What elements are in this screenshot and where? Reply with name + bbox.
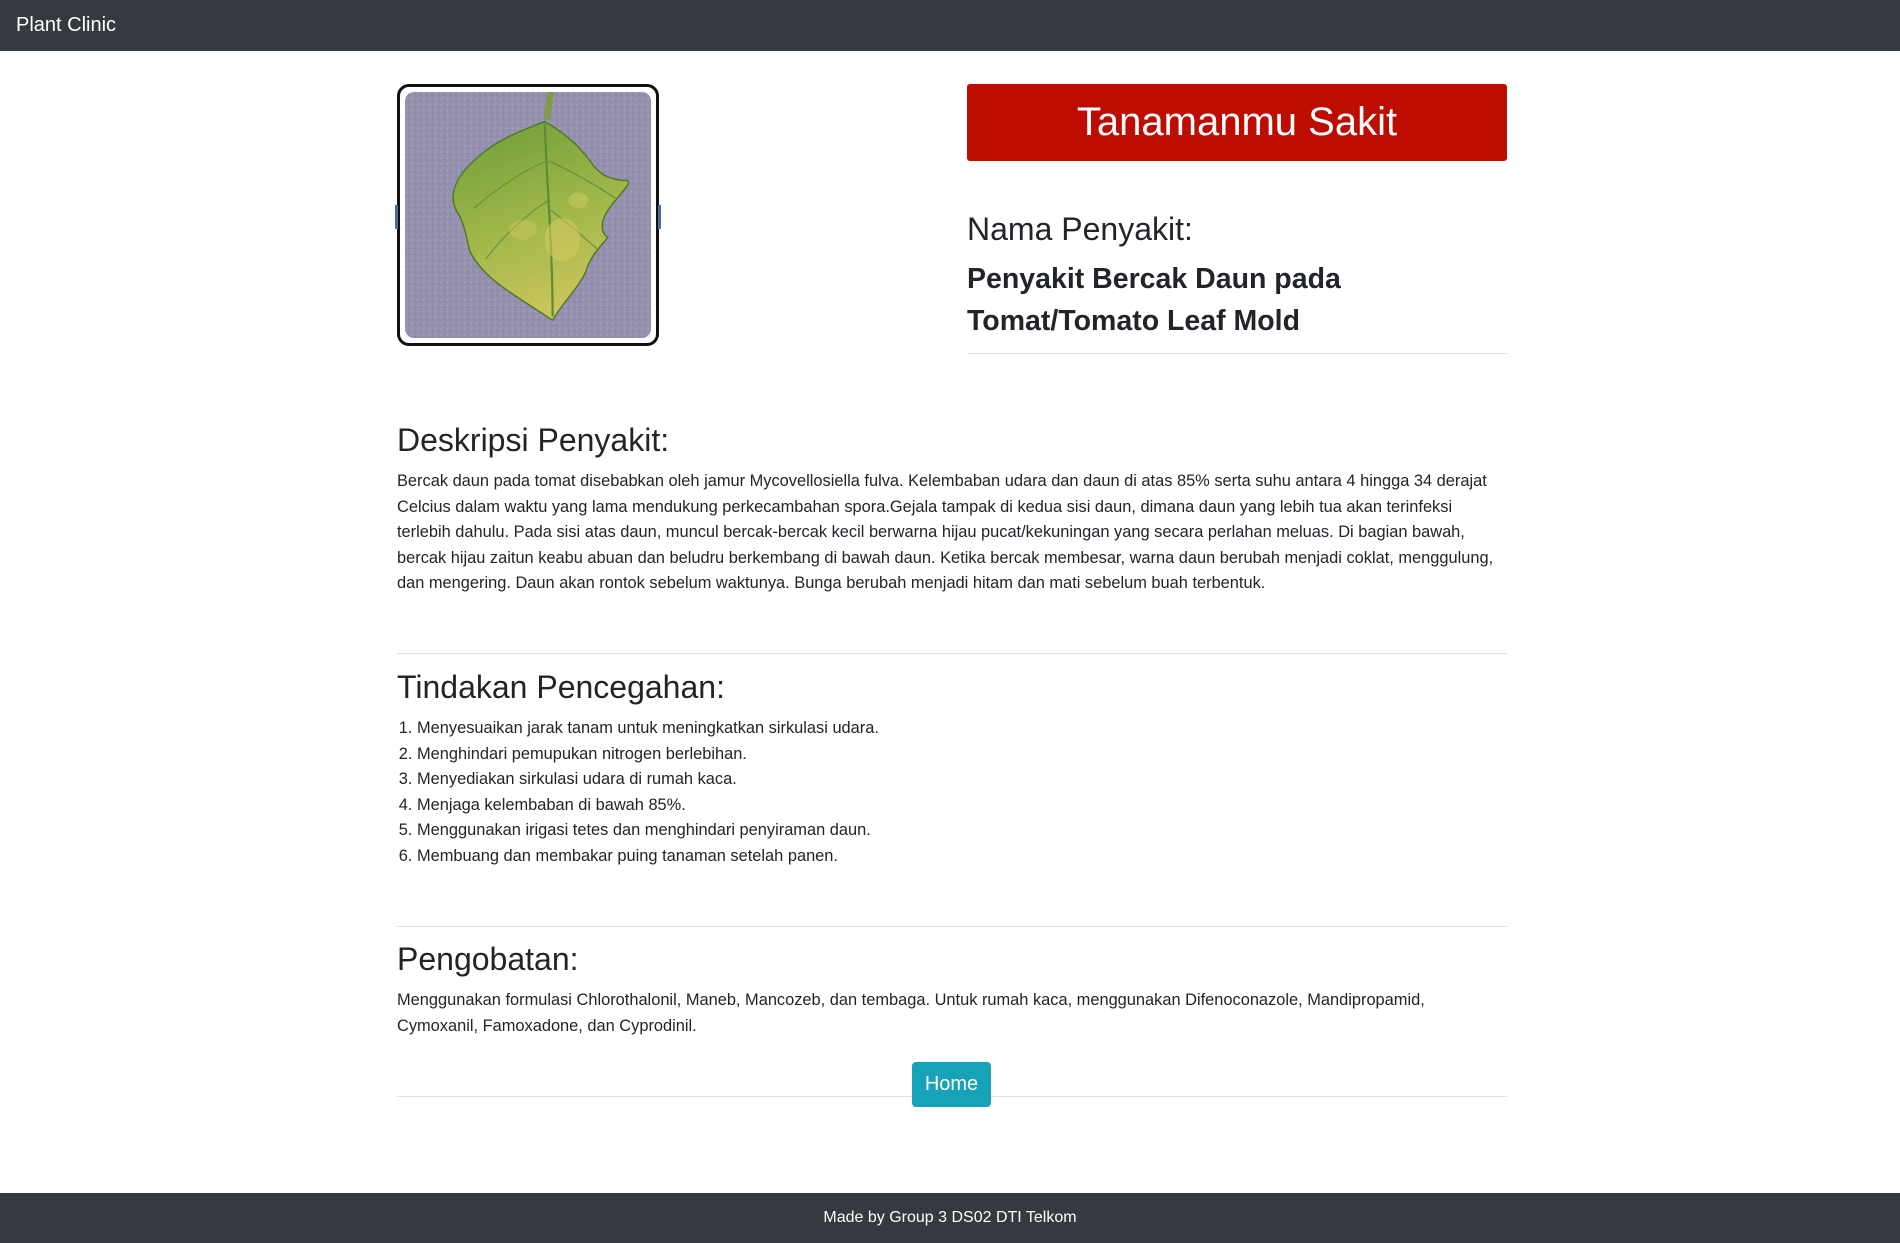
list-item: Menghindari pemupukan nitrogen berlebiha…	[417, 742, 879, 768]
divider	[397, 653, 1507, 654]
treatment-text: Menggunakan formulasi Chlorothalonil, Ma…	[397, 991, 1425, 1035]
uploaded-image-frame	[395, 84, 661, 346]
prevention-list: Menyesuaikan jarak tanam untuk meningkat…	[397, 716, 879, 870]
disease-name: Penyakit Bercak Daun pada Tomat/Tomato L…	[967, 263, 1341, 337]
home-button[interactable]: Home	[912, 1062, 991, 1107]
prevention-title: Tindakan Pencegahan:	[397, 669, 725, 705]
footer: Made by Group 3 DS02 DTI Telkom	[0, 1193, 1900, 1243]
list-item: Menyesuaikan jarak tanam untuk meningkat…	[417, 716, 879, 742]
treatment-title: Pengobatan:	[397, 941, 579, 977]
list-item: Menyediakan sirkulasi udara di rumah kac…	[417, 767, 879, 793]
divider	[397, 926, 1507, 927]
frame-handle-left	[395, 205, 398, 229]
list-item: Membuang dan membakar puing tanaman sete…	[417, 844, 879, 870]
description-text: Bercak daun pada tomat disebabkan oleh j…	[397, 472, 1494, 593]
diagnosis-status-banner: Tanamanmu Sakit	[967, 84, 1507, 161]
brand-link[interactable]: Plant Clinic	[16, 14, 116, 37]
disease-name-label: Nama Penyakit:	[967, 211, 1193, 247]
divider	[967, 353, 1507, 354]
footer-text: Made by Group 3 DS02 DTI Telkom	[823, 1209, 1077, 1226]
list-item: Menggunakan irigasi tetes dan menghindar…	[417, 818, 879, 844]
description-title: Deskripsi Penyakit:	[397, 422, 670, 458]
frame-handle-right	[658, 205, 661, 229]
leaf-photo	[405, 92, 651, 338]
list-item: Menjaga kelembaban di bawah 85%.	[417, 793, 879, 819]
navbar: Plant Clinic	[0, 0, 1900, 51]
